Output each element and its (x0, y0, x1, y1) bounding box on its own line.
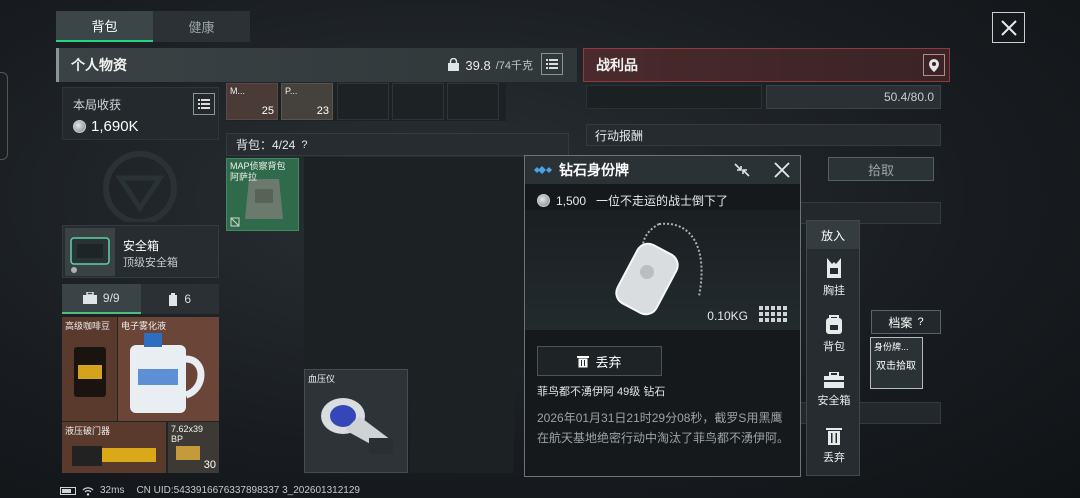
pocket-item[interactable]: M... 25 (226, 83, 278, 120)
battery-icon (60, 486, 76, 495)
weight-value: 39.8 (465, 57, 491, 73)
safe-box-subtitle: 顶级安全箱 (123, 257, 178, 269)
double-click-pickup-hint: 双击拾取 (876, 361, 916, 372)
close-button[interactable] (992, 12, 1025, 43)
put-into-header: 放入 (807, 221, 859, 249)
discard-button[interactable]: 丢弃 (537, 346, 662, 376)
tab-special-container[interactable]: 6 (140, 284, 219, 314)
coin-icon (537, 194, 550, 207)
popup-price-line: 1,500 一位不走运的战士倒下了 (537, 192, 728, 209)
status-bar: 32ms CN UID:5433916676337898337 3_202601… (60, 485, 360, 496)
loot-container-weight: 50.4/80.0 (766, 85, 941, 109)
side-drawer-handle[interactable] (0, 72, 8, 160)
loot-header: 战利品 (583, 48, 950, 82)
backpack-capacity: 背包：4/24 (236, 138, 296, 152)
popup-flavor-text: 一位不走运的战士倒下了 (596, 194, 729, 208)
archive-button[interactable]: 档案 ? (871, 310, 941, 334)
popup-price: 1,500 (556, 193, 587, 208)
item-weight: 0.10KG (707, 309, 748, 323)
trash-icon (577, 355, 590, 367)
put-into-safe-box-button[interactable]: 安全箱 (807, 365, 861, 415)
grid-size-icon (759, 306, 787, 322)
pickup-button[interactable]: 拾取 (828, 157, 934, 181)
backpack-icon (826, 315, 842, 334)
canister-icon (169, 292, 178, 306)
popup-title: 钻石身份牌 (559, 162, 629, 178)
income-value: 1,690K (91, 118, 139, 135)
loot-title: 战利品 (596, 57, 638, 73)
list-icon (546, 59, 558, 69)
sort-list-button[interactable] (541, 53, 563, 75)
dogtag-slot[interactable]: 身份牌... 双击拾取 (870, 337, 923, 389)
unequip-icon (230, 217, 240, 227)
chest-rig-icon (827, 258, 841, 278)
weight-max: /74千克 (495, 60, 533, 72)
discard-action-button[interactable]: 丢弃 (807, 421, 861, 471)
backpack-capacity-header: 背包：4/24 ? (226, 133, 569, 156)
loot-slot[interactable] (586, 85, 762, 109)
safe-box-slot[interactable]: 安全箱 顶级安全箱 (62, 225, 219, 278)
personal-items-header: 个人物资 39.8/74千克 (56, 48, 577, 82)
emblem-watermark (103, 151, 177, 222)
uid: CN UID:5433916676337898337 3_20260131212… (136, 485, 360, 496)
collapse-icon[interactable] (733, 162, 751, 178)
empty-slot[interactable] (447, 83, 499, 120)
help-icon[interactable]: ? (301, 139, 307, 151)
lock-weight-icon (448, 58, 460, 71)
list-icon (198, 99, 210, 109)
location-pin-icon (929, 58, 939, 72)
session-income: 本局收获 1,690K (62, 87, 219, 140)
wifi-icon (82, 486, 94, 496)
loot-location-button[interactable] (923, 54, 945, 76)
tab-safe-box-contents[interactable]: 9/9 (62, 284, 141, 314)
ammo-762-item[interactable]: 7.62x39 BP 30 (168, 422, 219, 473)
blood-pressure-monitor-item[interactable]: 血压仪 (304, 369, 408, 473)
income-label: 本局收获 (73, 98, 122, 112)
backpack-grid-lower-2 (410, 369, 514, 473)
pocket-item[interactable]: P... 23 (281, 83, 333, 120)
put-into-menu: 放入 胸挂 背包 安全箱 丢弃 (806, 220, 860, 476)
coin-icon (73, 120, 86, 133)
tab-health[interactable]: 健康 (153, 11, 250, 42)
dogtag-detail-popup: 钻石身份牌 1,500 一位不走运的战士倒下了 0.10KG 丢弃 菲鸟都不湧伊… (524, 155, 801, 477)
container-tabs: 9/9 6 (62, 284, 219, 314)
top-tabs: 背包 健康 (56, 11, 250, 42)
empty-slot[interactable] (392, 83, 444, 120)
diamond-rank-icon (534, 166, 552, 174)
income-details-button[interactable] (193, 93, 215, 115)
close-icon (1000, 19, 1017, 36)
safe-box-image (65, 228, 115, 276)
trash-icon (826, 428, 842, 445)
action-reward-bar: 行动报酬 (586, 124, 941, 146)
dogtag-description: 2026年01月31日21时29分08秒，截罗S用黑鹰在航天基地绝密行动中淘汰了… (537, 411, 790, 445)
empty-slot[interactable] (337, 83, 389, 120)
pocket-row: M... 25 P... 23 (226, 83, 506, 121)
safe-box-name: 安全箱 (123, 239, 160, 253)
put-into-chest-rig-button[interactable]: 胸挂 (807, 253, 861, 303)
coffee-beans-item[interactable]: 高级咖啡豆 (62, 317, 117, 421)
put-into-backpack-button[interactable]: 背包 (807, 309, 861, 359)
popup-header: 钻石身份牌 (525, 156, 800, 184)
safe-box-grid: 高级咖啡豆 电子雾化液 液压破门器 7.62x39 BP 30 (62, 317, 219, 473)
map-recon-backpack-item[interactable]: MAP侦察背包 阿萨拉 (226, 158, 299, 231)
hydraulic-breacher-item[interactable]: 液压破门器 (62, 422, 166, 473)
close-icon[interactable] (773, 161, 791, 179)
weight-display: 39.8/74千克 (447, 57, 533, 73)
toolbox-icon (82, 292, 97, 304)
ping: 32ms (100, 485, 125, 496)
dogtag-image (525, 210, 800, 330)
personal-items-title: 个人物资 (71, 57, 127, 73)
toolbox-icon (824, 372, 844, 388)
tab-backpack[interactable]: 背包 (56, 11, 153, 42)
e-liquid-item[interactable]: 电子雾化液 (118, 317, 219, 421)
dogtag-slot-name: 身份牌... (874, 342, 909, 352)
help-icon[interactable]: ? (917, 316, 923, 328)
dogtag-owner: 菲鸟都不湧伊阿 49级 钻石 (537, 386, 666, 398)
